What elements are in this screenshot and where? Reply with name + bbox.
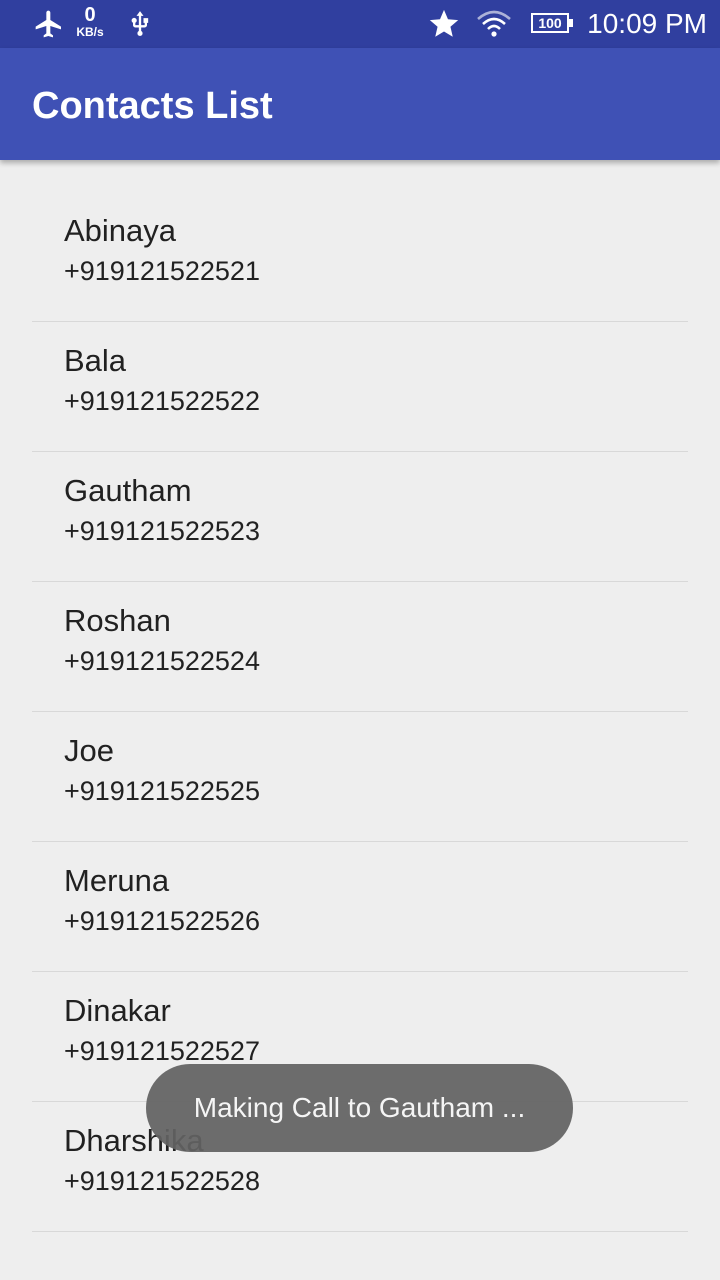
contact-item[interactable]: Gautham +919121522523 [32, 452, 688, 582]
contact-name: Joe [64, 733, 114, 768]
contact-item[interactable]: Abinaya +919121522521 [32, 192, 688, 322]
network-speed-value: 0 [84, 4, 96, 26]
app-bar: Contacts List [0, 48, 720, 160]
status-time: 10:09 PM [587, 8, 707, 39]
contact-name: Meruna [64, 863, 170, 898]
network-speed-unit: KB/s [76, 25, 104, 39]
status-bar: 0 KB/s 100 10:09 PM [0, 0, 720, 48]
airplane-mode-icon [35, 10, 61, 38]
contact-name: Bala [64, 343, 127, 378]
contact-phone: +919121522528 [64, 1166, 260, 1196]
usb-icon [131, 11, 149, 36]
contact-name: Gautham [64, 473, 192, 508]
battery-tip [569, 19, 573, 27]
contact-item[interactable]: Roshan +919121522524 [32, 582, 688, 712]
contact-item[interactable]: Meruna +919121522526 [32, 842, 688, 972]
contact-phone: +919121522524 [64, 646, 260, 676]
contact-phone: +919121522525 [64, 776, 260, 806]
contact-phone: +919121522523 [64, 516, 260, 546]
contact-item[interactable]: Bala +919121522522 [32, 322, 688, 452]
contact-phone: +919121522527 [64, 1036, 260, 1066]
contact-item[interactable]: Joe +919121522525 [32, 712, 688, 842]
star-icon [429, 9, 459, 37]
contact-phone: +919121522526 [64, 906, 260, 936]
contact-phone: +919121522521 [64, 256, 260, 286]
contact-name: Roshan [64, 603, 171, 638]
contact-name: Abinaya [64, 213, 177, 248]
contact-name: Dinakar [64, 993, 171, 1028]
contact-phone: +919121522522 [64, 386, 260, 416]
toast-message: Making Call to Gautham ... [146, 1064, 573, 1152]
battery-icon: 100 [531, 13, 569, 33]
network-speed-indicator: 0 KB/s [70, 5, 110, 38]
page-title: Contacts List [32, 85, 273, 127]
wifi-icon [477, 10, 511, 37]
